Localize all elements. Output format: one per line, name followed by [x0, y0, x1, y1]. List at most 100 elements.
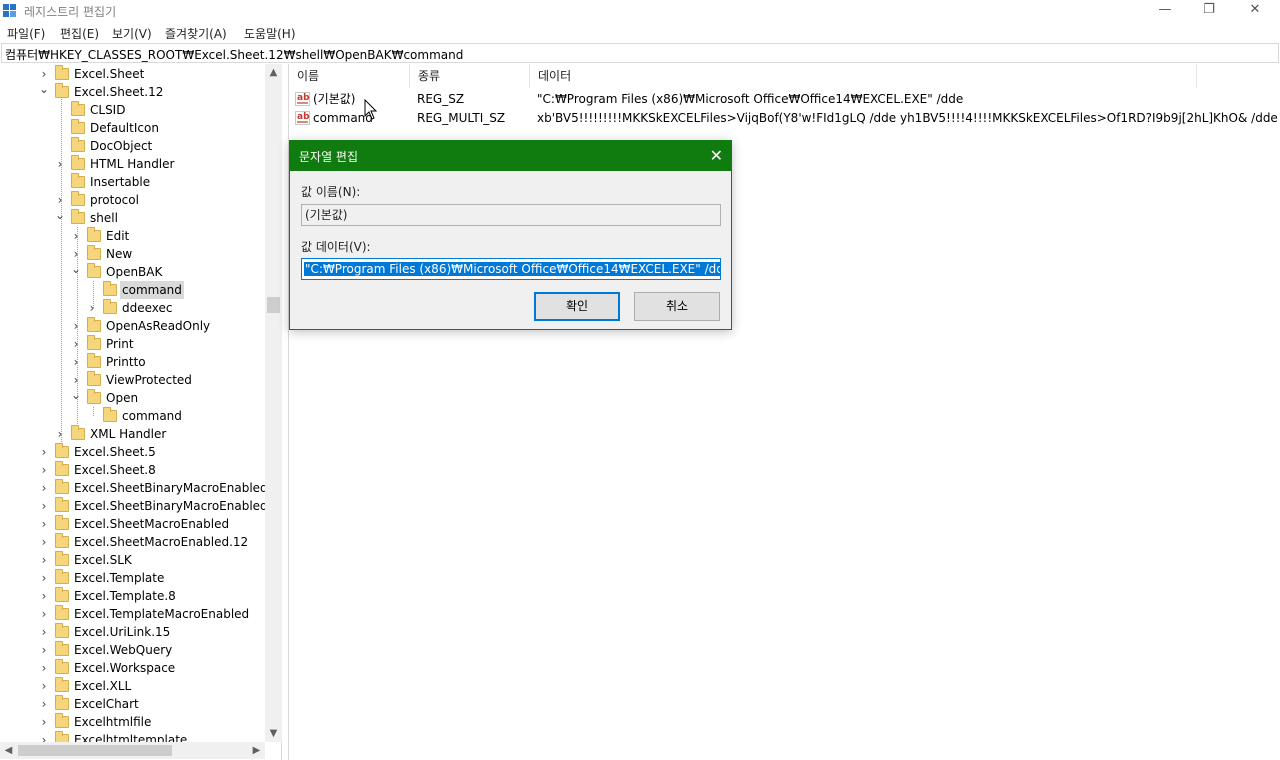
chevron-right-icon[interactable]: ›	[39, 461, 49, 479]
tree-node[interactable]: › Excel.SheetMacroEnabled	[0, 515, 265, 533]
chevron-right-icon[interactable]: ›	[39, 623, 49, 641]
value-data-input[interactable]: "C:₩Program Files (x86)₩Microsoft Office…	[301, 258, 721, 280]
scroll-down-arrow-icon[interactable]: ▼	[265, 725, 282, 742]
value-name: (기본값)	[313, 92, 356, 106]
scroll-right-arrow-icon[interactable]: ▶	[248, 742, 265, 759]
tree-node[interactable]: › Excel.Workspace	[0, 659, 265, 677]
tree-node[interactable]: › Printto	[0, 353, 265, 371]
tree-node[interactable]: › Excel.UriLink.15	[0, 623, 265, 641]
value-name-field: (기본값)	[301, 204, 721, 226]
folder-icon	[71, 425, 85, 440]
tree-horizontal-scroll-thumb[interactable]	[18, 745, 172, 756]
folder-icon	[55, 497, 69, 512]
tree-node[interactable]: ⌄ Open	[0, 386, 265, 407]
value-row[interactable]: ab (기본값) REG_SZ "C:₩Program Files (x86)₩…	[289, 90, 1280, 109]
tree-node[interactable]: CLSID	[0, 101, 265, 119]
chevron-right-icon[interactable]: ›	[39, 443, 49, 461]
tree-node-label: Excel.Sheet.5	[74, 445, 156, 459]
chevron-right-icon[interactable]: ›	[39, 551, 49, 569]
tree-node[interactable]: › Edit	[0, 227, 265, 245]
menu-help[interactable]: 도움말(H)	[244, 25, 296, 42]
tree-node[interactable]: › Excel.SLK	[0, 551, 265, 569]
chevron-right-icon[interactable]: ›	[39, 587, 49, 605]
address-bar[interactable]: 컴퓨터₩HKEY_CLASSES_ROOT₩Excel.Sheet.12₩she…	[1, 43, 1279, 63]
tree-node[interactable]: › Excelhtmlfile	[0, 713, 265, 731]
chevron-right-icon[interactable]: ›	[71, 353, 81, 371]
tree-node[interactable]: › New	[0, 245, 265, 263]
tree-node[interactable]: › Print	[0, 335, 265, 353]
chevron-right-icon[interactable]: ›	[39, 695, 49, 713]
chevron-down-icon[interactable]: ⌄	[39, 80, 49, 98]
tree-node[interactable]: command	[0, 281, 265, 299]
tree-node[interactable]: › Excel.TemplateMacroEnabled	[0, 605, 265, 623]
tree-node[interactable]: › HTML Handler	[0, 155, 265, 173]
chevron-right-icon[interactable]: ›	[87, 299, 97, 317]
chevron-down-icon[interactable]: ⌄	[71, 386, 81, 404]
chevron-right-icon[interactable]: ›	[71, 335, 81, 353]
registry-key-tree[interactable]: › Excel.Sheet ⌄ Excel.Sheet.12 CLSID DefaultI…	[0, 64, 282, 760]
cancel-button[interactable]: 취소	[634, 292, 720, 321]
tree-node[interactable]: command	[0, 407, 265, 425]
tree-vertical-scroll-thumb[interactable]	[267, 297, 280, 313]
dialog-title-bar[interactable]: 문자열 편집 ✕	[290, 141, 731, 171]
chevron-right-icon[interactable]: ›	[39, 659, 49, 677]
minimize-button[interactable]: —	[1142, 0, 1188, 22]
chevron-right-icon[interactable]: ›	[39, 677, 49, 695]
chevron-right-icon[interactable]: ›	[71, 227, 81, 245]
tree-node[interactable]: DocObject	[0, 137, 265, 155]
chevron-right-icon[interactable]: ›	[55, 425, 65, 443]
dialog-close-icon[interactable]: ✕	[710, 146, 723, 165]
chevron-right-icon[interactable]: ›	[55, 155, 65, 173]
tree-node[interactable]: › protocol	[0, 191, 265, 209]
tree-node[interactable]: › ExcelChart	[0, 695, 265, 713]
tree-node[interactable]: ⌄ shell	[0, 206, 265, 227]
tree-vertical-scrollbar[interactable]: ▲ ▼	[265, 64, 282, 742]
chevron-down-icon[interactable]: ⌄	[55, 206, 65, 224]
tree-node[interactable]: › Excel.Sheet.8	[0, 461, 265, 479]
chevron-right-icon[interactable]: ›	[39, 713, 49, 731]
scroll-up-arrow-icon[interactable]: ▲	[265, 64, 282, 81]
chevron-right-icon[interactable]: ›	[39, 497, 49, 515]
tree-node[interactable]: › Excel.WebQuery	[0, 641, 265, 659]
chevron-right-icon[interactable]: ›	[71, 317, 81, 335]
menu-edit[interactable]: 편집(E)	[60, 25, 99, 42]
folder-icon	[87, 389, 101, 404]
column-header-type[interactable]: 종류	[410, 64, 530, 88]
tree-node[interactable]: › Excel.Template	[0, 569, 265, 587]
column-header-name[interactable]: 이름	[289, 64, 410, 88]
value-row[interactable]: ab command REG_MULTI_SZ xb'BV5!!!!!!!!!M…	[289, 109, 1280, 128]
close-window-button[interactable]: ✕	[1232, 0, 1278, 22]
menu-favorites[interactable]: 즐겨찾기(A)	[165, 25, 227, 42]
tree-node[interactable]: › Excel.SheetBinaryMacroEnabled.12	[0, 497, 281, 515]
tree-node[interactable]: › Excel.XLL	[0, 677, 265, 695]
tree-node[interactable]: › OpenAsReadOnly	[0, 317, 265, 335]
chevron-right-icon[interactable]: ›	[39, 641, 49, 659]
tree-node[interactable]: ⌄ OpenBAK	[0, 260, 265, 281]
menu-file[interactable]: 파일(F)	[7, 25, 45, 42]
tree-node-label: Excel.UriLink.15	[74, 625, 171, 639]
chevron-right-icon[interactable]: ›	[39, 569, 49, 587]
chevron-right-icon[interactable]: ›	[39, 533, 49, 551]
chevron-right-icon[interactable]: ›	[39, 479, 49, 497]
tree-node[interactable]: DefaultIcon	[0, 119, 265, 137]
tree-node[interactable]: Insertable	[0, 173, 265, 191]
ok-button[interactable]: 확인	[534, 292, 620, 321]
tree-node[interactable]: › Excel.Sheet.5	[0, 443, 265, 461]
tree-node[interactable]: › XML Handler	[0, 425, 265, 443]
chevron-down-icon[interactable]: ⌄	[71, 260, 81, 278]
chevron-right-icon[interactable]: ›	[39, 605, 49, 623]
chevron-right-icon[interactable]: ›	[39, 515, 49, 533]
tree-node-label: ddeexec	[122, 301, 173, 315]
restore-button[interactable]: ❐	[1186, 0, 1232, 22]
tree-node[interactable]: › Excel.Template.8	[0, 587, 265, 605]
tree-node[interactable]: ⌄ Excel.Sheet.12	[0, 80, 265, 101]
column-header-data[interactable]: 데이터	[530, 64, 1197, 88]
scroll-left-arrow-icon[interactable]: ◀	[0, 742, 17, 759]
tree-node[interactable]: › Excel.SheetMacroEnabled.12	[0, 533, 265, 551]
menu-view[interactable]: 보기(V)	[112, 25, 152, 42]
tree-node[interactable]: › Excel.SheetBinaryMacroEnabled	[0, 479, 268, 497]
tree-horizontal-scrollbar[interactable]: ◀ ▶	[0, 742, 265, 759]
tree-node[interactable]: › ddeexec	[0, 299, 265, 317]
tree-node[interactable]: › ViewProtected	[0, 371, 265, 389]
folder-icon	[71, 173, 85, 188]
